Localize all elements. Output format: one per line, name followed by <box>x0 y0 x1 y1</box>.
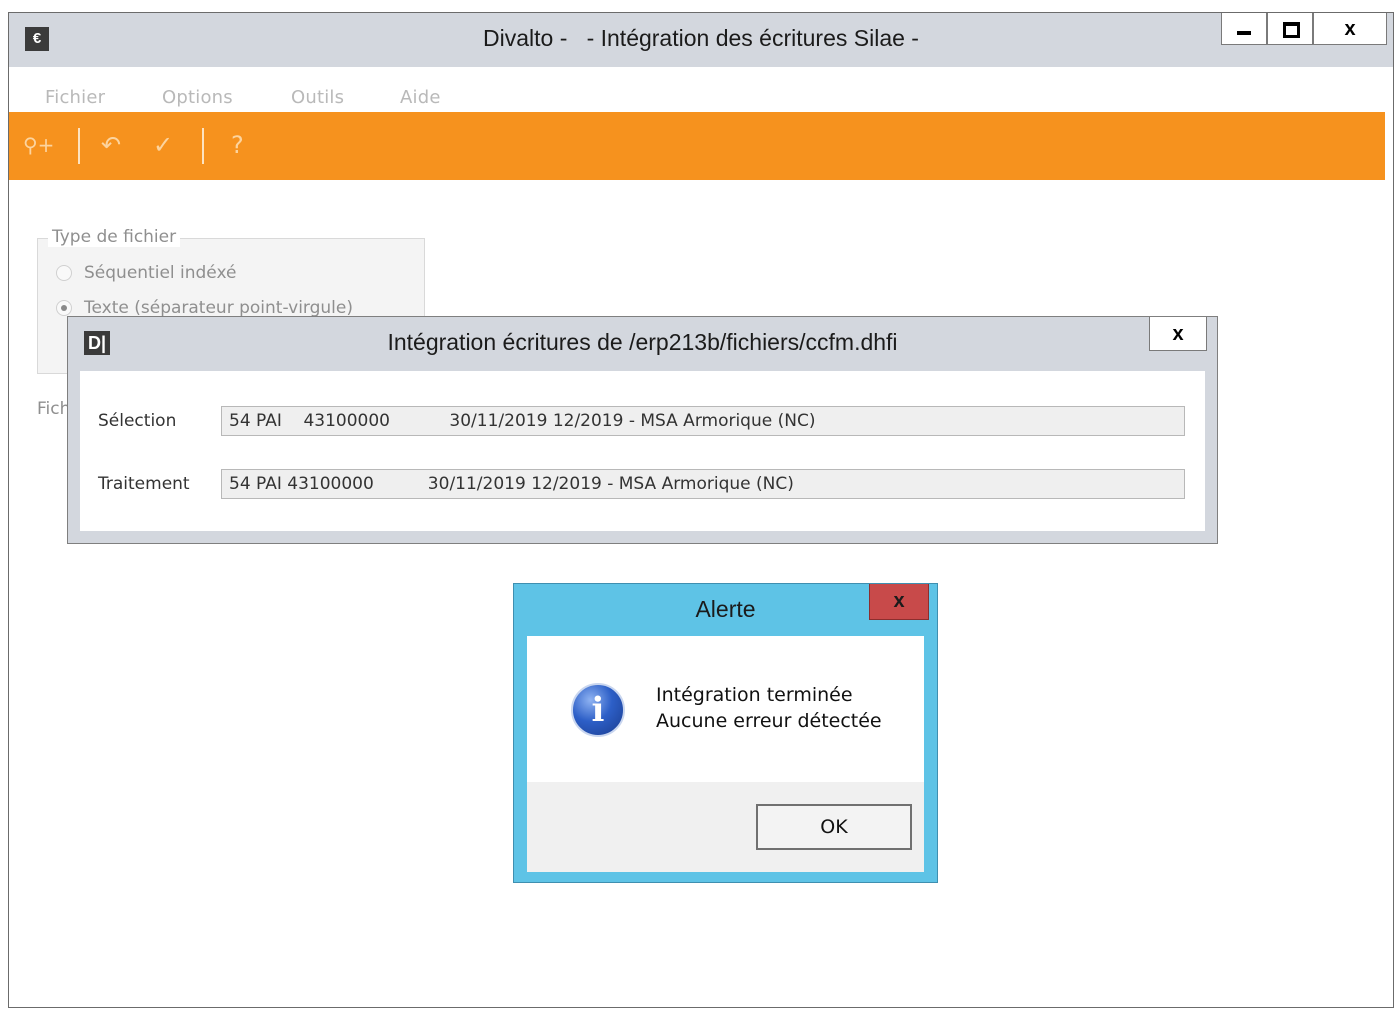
maximize-icon <box>1283 22 1300 38</box>
traitement-field: 54 PAI 43100000 30/11/2019 12/2019 - MSA… <box>221 469 1185 499</box>
alert-message-line2: Aucune erreur détectée <box>656 710 882 732</box>
dialog-close-button[interactable]: x <box>1149 317 1207 351</box>
toolbar-separator <box>78 128 80 164</box>
traitement-label: Traitement <box>98 474 190 494</box>
alert-close-button[interactable]: x <box>869 584 929 620</box>
selection-field: 54 PAI 43100000 30/11/2019 12/2019 - MSA… <box>221 406 1185 436</box>
checkmark-icon[interactable]: ✓ <box>153 130 173 160</box>
alert-message-area: i Intégration terminée Aucune erreur dét… <box>527 636 924 782</box>
radio-label: Séquentiel indéxé <box>84 263 237 283</box>
alert-dialog: Alerte x i Intégration terminée Aucune e… <box>513 583 938 883</box>
radio-button[interactable] <box>56 265 72 281</box>
menu-outils[interactable]: Outils <box>291 87 344 108</box>
info-icon: i <box>571 683 625 737</box>
help-icon[interactable]: ? <box>231 130 244 160</box>
menu-options[interactable]: Options <box>162 87 233 108</box>
dialog-title: Intégration écritures de /erp213b/fichie… <box>387 329 898 355</box>
window-title: Divalto - - Intégration des écritures Si… <box>483 25 919 51</box>
close-button[interactable]: x <box>1313 13 1387 45</box>
maximize-button[interactable] <box>1267 13 1313 45</box>
file-type-legend: Type de fichier <box>48 227 181 247</box>
ok-button[interactable]: OK <box>756 804 912 850</box>
undo-icon[interactable]: ↶ <box>101 130 121 160</box>
alert-message-line1: Intégration terminée <box>656 684 853 706</box>
dialog-body: Sélection 54 PAI 43100000 30/11/2019 12/… <box>80 371 1205 531</box>
alert-body: i Intégration terminée Aucune erreur dét… <box>527 636 924 872</box>
minimize-button[interactable] <box>1221 13 1267 45</box>
menu-fichier[interactable]: Fichier <box>45 87 105 108</box>
selection-label: Sélection <box>98 411 177 431</box>
toolbar-separator <box>202 128 204 164</box>
minimize-icon <box>1237 31 1251 35</box>
title-bar[interactable]: € Divalto - - Intégration des écritures … <box>9 13 1393 67</box>
radio-button-checked[interactable] <box>56 300 72 316</box>
search-add-icon[interactable]: ⚲+ <box>23 130 54 160</box>
radio-label: Texte (séparateur point-virgule) <box>84 298 353 318</box>
menu-aide[interactable]: Aide <box>400 87 441 108</box>
integration-dialog: D| Intégration écritures de /erp213b/fic… <box>67 316 1218 544</box>
toolbar: ⚲+ ↶ ✓ ? <box>9 112 1385 180</box>
